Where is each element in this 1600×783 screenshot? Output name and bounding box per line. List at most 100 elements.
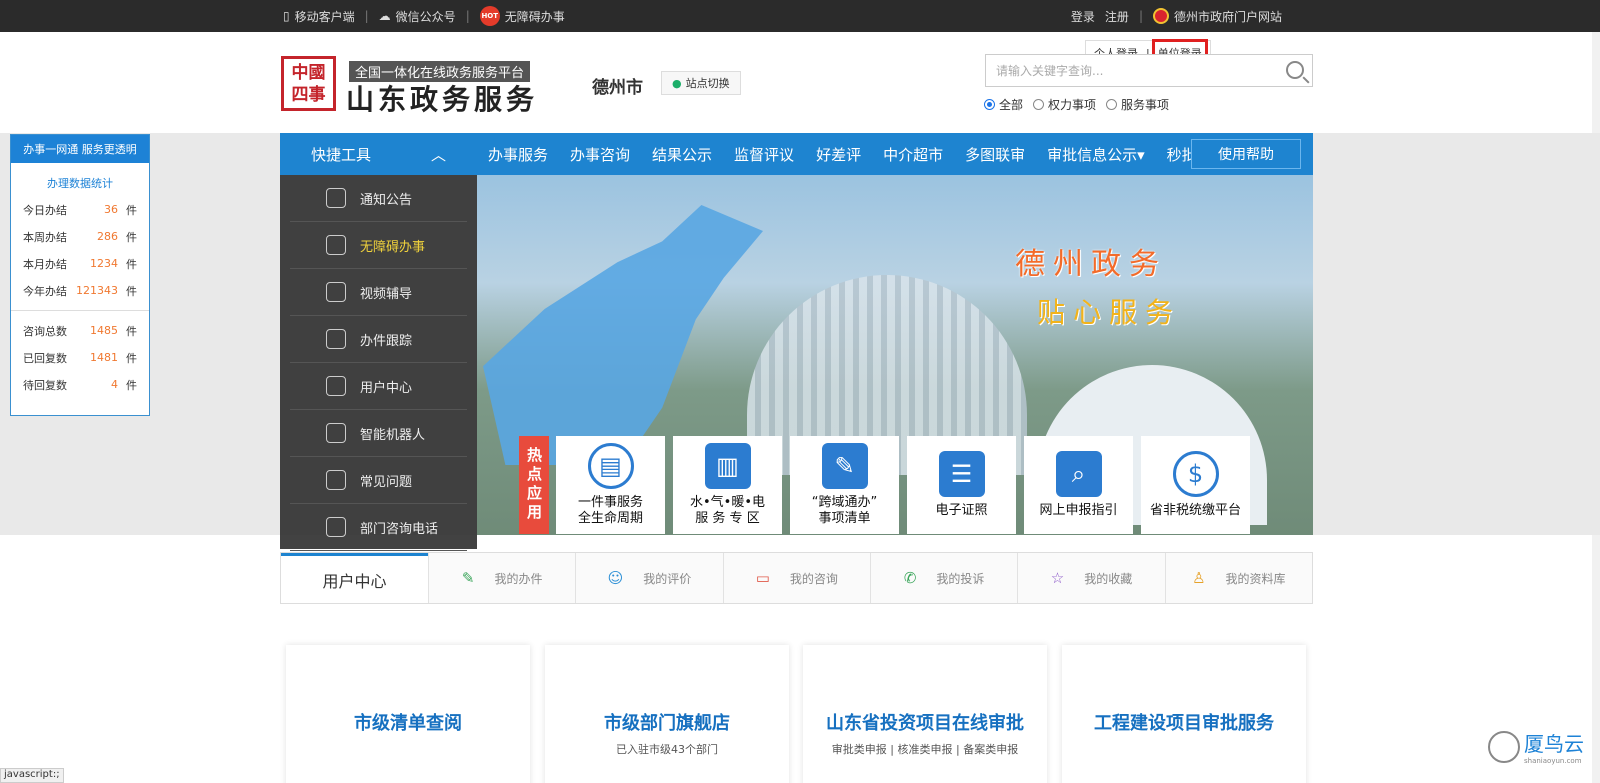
tool-robot[interactable]: 智能机器人	[290, 410, 467, 457]
stat-unit: 件	[126, 284, 137, 298]
radio-service[interactable]: 服务事项	[1106, 96, 1169, 113]
card-title: 山东省投资项目在线审批	[826, 713, 1024, 734]
search-input[interactable]: 请输入关键字查询...	[985, 54, 1313, 87]
top-left-links: ▯ 移动客户端 | ☁ 微信公众号 | HOT 无障碍办事	[283, 0, 565, 32]
stat-row: 待回复数 4 件	[11, 371, 149, 398]
tab-label: 我的投诉	[936, 571, 985, 586]
badge-icon: ☺	[607, 569, 624, 587]
main-nav: 快捷工具 ︿ 办事服务 办事咨询 结果公示 监督评议 好差评 中介超市 多图联审 …	[280, 133, 1313, 175]
star-icon: ☆	[1050, 569, 1065, 587]
hot-badge: HOT	[479, 6, 500, 26]
stat-value: 1481	[90, 351, 118, 364]
tool-label: 部门咨询电话	[360, 521, 439, 537]
hot-apps-label: 热点应用	[519, 436, 549, 534]
stat-label: 待回复数	[23, 378, 67, 392]
watermark-domain: shaniaoyun.com	[1524, 757, 1582, 765]
tab-my-library[interactable]: ♙ 我的资料库	[1164, 553, 1312, 603]
accessible-link[interactable]: HOT 无障碍办事	[479, 6, 565, 26]
user-center-title[interactable]: 用户中心	[281, 553, 428, 603]
card-title: 市级清单查阅	[354, 713, 462, 734]
brand-title: 山东政务服务	[346, 83, 539, 116]
register-link[interactable]: 注册	[1105, 8, 1129, 25]
tool-label: 常见问题	[360, 474, 413, 490]
stat-row: 本月办结 1234 件	[11, 250, 149, 277]
gov-portal-link[interactable]: 德州市政府门户网站	[1152, 8, 1282, 25]
tool-dept-phone[interactable]: 部门咨询电话	[290, 504, 467, 551]
status-bar: javascript:;	[0, 768, 64, 783]
search-scope: 全部 权力事项 服务事项	[984, 96, 1169, 113]
nav-item-joint-review[interactable]: 多图联审	[954, 144, 1036, 165]
stat-unit: 件	[126, 351, 137, 365]
accessible-link-label: 无障碍办事	[504, 9, 565, 24]
national-emblem-icon	[1152, 8, 1169, 24]
app-label-2: 服 务 专 区	[695, 511, 760, 526]
app-cross-region[interactable]: ✎ “跨域通办” 事项清单	[790, 436, 899, 534]
tool-accessible[interactable]: 无障碍办事	[290, 222, 467, 269]
stat-row: 今日办结 36 件	[11, 196, 149, 223]
app-declaration-guide[interactable]: ⌕ 网上申报指引	[1024, 436, 1133, 534]
stat-value: 286	[97, 230, 118, 243]
stat-label: 已回复数	[23, 351, 67, 365]
stat-value: 1485	[90, 324, 118, 337]
site-switch-button[interactable]: ● 站点切换	[661, 71, 741, 95]
card-dept-store[interactable]: 市级部门旗舰店 已入驻市级43个部门	[545, 645, 789, 783]
tab-label: 我的咨询	[789, 571, 838, 586]
id-card-icon: ☰	[938, 451, 985, 497]
speaker-icon	[326, 188, 346, 208]
top-bar: ▯ 移动客户端 | ☁ 微信公众号 | HOT 无障碍办事 登录 注册 | 德州市政府…	[0, 0, 1600, 32]
stat-value: 36	[104, 203, 118, 216]
nav-item-results[interactable]: 结果公示	[641, 144, 723, 165]
radio-power[interactable]: 权力事项	[1033, 96, 1096, 113]
tab-label: 我的办件	[494, 571, 543, 586]
nav-item-service[interactable]: 办事服务	[477, 144, 559, 165]
user-center-bar: 用户中心 ✎ 我的办件 ☺ 我的评价 ▭ 我的咨询 ✆ 我的投诉 ☆ 我的收藏 ♙ 我的资料…	[280, 552, 1313, 604]
divider: |	[1138, 9, 1143, 23]
tab-my-cases[interactable]: ✎ 我的办件	[428, 553, 576, 603]
tool-video[interactable]: 视频辅导	[290, 269, 467, 316]
stat-row: 今年办结 121343 件	[11, 277, 149, 304]
tool-faq[interactable]: 常见问题	[290, 457, 467, 504]
app-one-thing-service[interactable]: ▤ 一件事服务 全生命周期	[556, 436, 665, 534]
wechat-link[interactable]: ☁ 微信公众号	[379, 8, 456, 25]
app-label: 一件事服务	[577, 495, 643, 510]
login-link[interactable]: 登录	[1071, 8, 1095, 25]
tab-my-complaints[interactable]: ✆ 我的投诉	[869, 553, 1018, 603]
radio-power-label: 权力事项	[1048, 98, 1097, 112]
stat-value: 1234	[90, 257, 118, 270]
site-logo[interactable]: 中國四事	[281, 56, 336, 111]
nav-item-agency-market[interactable]: 中介超市	[872, 144, 954, 165]
stat-label: 本月办结	[23, 257, 67, 271]
tool-label: 通知公告	[360, 192, 413, 208]
help-button[interactable]: 使用帮助	[1191, 139, 1301, 169]
card-subtitle: 审批类申报 | 核准类申报 | 备案类申报	[831, 743, 1019, 756]
nav-item-rating[interactable]: 好差评	[805, 144, 872, 165]
robot-icon	[326, 423, 346, 443]
current-city: 德州市	[592, 78, 643, 98]
radio-all[interactable]: 全部	[984, 96, 1023, 113]
send-icon	[326, 282, 346, 302]
tool-tracking[interactable]: 办件跟踪	[290, 316, 467, 363]
tab-my-ratings[interactable]: ☺ 我的评价	[575, 553, 723, 603]
card-city-list[interactable]: 市级清单查阅	[286, 645, 530, 783]
card-investment-approval[interactable]: 山东省投资项目在线审批审批类申报 | 核准类申报 | 备案类申报	[803, 645, 1047, 783]
app-utilities[interactable]: ▥ 水•气•暖•电服 务 专 区	[673, 436, 782, 534]
tool-notice[interactable]: 通知公告	[290, 175, 467, 222]
tab-my-consults[interactable]: ▭ 我的咨询	[722, 553, 870, 603]
card-construction-approval[interactable]: 工程建设项目审批服务	[1062, 645, 1306, 783]
quick-tools-toggle[interactable]: 快捷工具 ︿	[280, 133, 477, 175]
tab-my-favorites[interactable]: ☆ 我的收藏	[1017, 553, 1165, 603]
stat-row: 本周办结 286 件	[11, 223, 149, 250]
app-tax-payment[interactable]: $ 省非税统缴平台	[1141, 436, 1250, 534]
app-e-license[interactable]: ☰ 电子证照	[907, 436, 1016, 534]
edit-icon: ✎	[821, 443, 868, 489]
nav-item-supervision[interactable]: 监督评议	[723, 144, 805, 165]
nav-item-approval-info[interactable]: 审批信息公示▾	[1036, 144, 1156, 165]
divider: |	[465, 9, 470, 23]
search-icon[interactable]	[1286, 61, 1304, 79]
nav-item-consult[interactable]: 办事咨询	[559, 144, 641, 165]
mobile-link[interactable]: ▯ 移动客户端	[283, 8, 355, 25]
stat-unit: 件	[126, 203, 137, 217]
tool-user-center[interactable]: 用户中心	[290, 363, 467, 410]
radio-service-label: 服务事项	[1121, 98, 1170, 112]
dezhou-map-image	[483, 205, 763, 465]
